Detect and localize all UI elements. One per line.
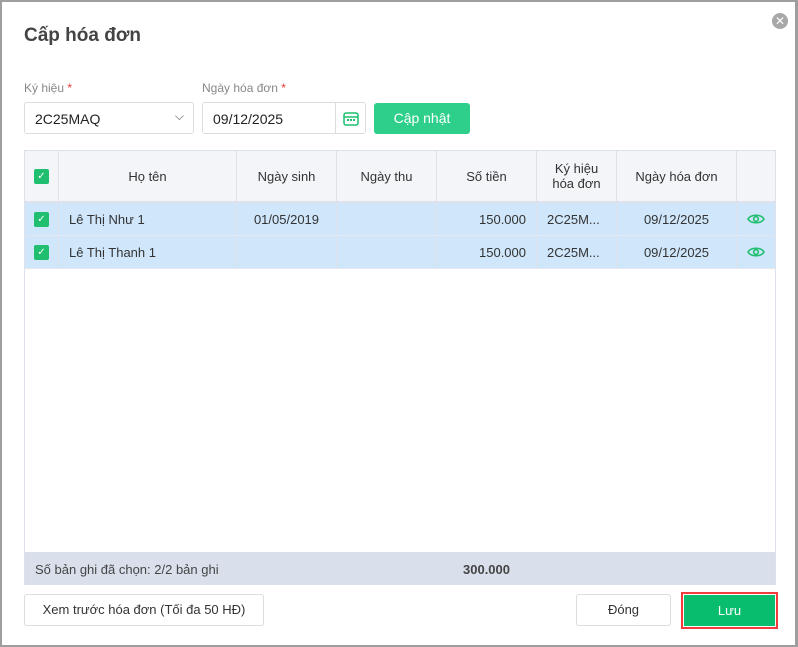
cell-symbol: 2C25M...	[537, 203, 617, 235]
cell-invoice-date: 09/12/2025	[617, 203, 737, 235]
close-icon[interactable]: ✕	[772, 13, 788, 29]
header-dob[interactable]: Ngày sinh	[237, 151, 337, 201]
save-button-highlight: Lưu	[681, 592, 778, 629]
preview-invoice-button[interactable]: Xem trước hóa đơn (Tối đa 50 HĐ)	[24, 594, 264, 626]
close-button[interactable]: Đóng	[576, 594, 671, 626]
update-button[interactable]: Cập nhật	[374, 103, 470, 134]
cell-paid-date	[337, 236, 437, 268]
select-all-checkbox[interactable]: ✓	[34, 168, 49, 184]
dialog-title: Cấp hóa đơn	[24, 25, 141, 46]
cell-invoice-date: 09/12/2025	[617, 236, 737, 268]
header-symbol[interactable]: Ký hiệu hóa đơn	[537, 151, 617, 201]
row-checkbox[interactable]: ✓	[34, 244, 49, 260]
cell-paid-date	[337, 203, 437, 235]
row-checkbox[interactable]: ✓	[34, 211, 49, 227]
table-row[interactable]: ✓ Lê Thị Thanh 1 150.000 2C25M... 09/12/…	[25, 236, 775, 269]
cell-name: Lê Thị Như 1	[59, 203, 237, 235]
eye-icon[interactable]	[747, 246, 765, 258]
header-amount[interactable]: Số tiền	[437, 151, 537, 201]
table-footer: Số bản ghi đã chọn: 2/2 bản ghi 300.000	[25, 552, 775, 585]
cell-symbol: 2C25M...	[537, 236, 617, 268]
chevron-down-icon: ⌵	[174, 109, 184, 123]
symbol-label: Ký hiệu *	[24, 81, 73, 95]
save-button[interactable]: Lưu	[684, 595, 775, 626]
eye-icon[interactable]	[747, 213, 765, 225]
cell-amount: 150.000	[437, 203, 537, 235]
selected-count: Số bản ghi đã chọn: 2/2 bản ghi	[35, 562, 219, 577]
cell-dob	[237, 236, 337, 268]
table-row[interactable]: ✓ Lê Thị Như 1 01/05/2019 150.000 2C25M.…	[25, 203, 775, 236]
cell-name: Lê Thị Thanh 1	[59, 236, 237, 268]
header-name[interactable]: Họ tên	[59, 151, 237, 201]
invoice-date-input[interactable]: 09/12/2025	[202, 102, 366, 134]
cell-dob: 01/05/2019	[237, 203, 337, 235]
invoice-table: ✓ Họ tên Ngày sinh Ngày thu Số tiền Ký h…	[24, 150, 776, 585]
header-paid-date[interactable]: Ngày thu	[337, 151, 437, 201]
header-invoice-date[interactable]: Ngày hóa đơn	[617, 151, 737, 201]
total-amount: 300.000	[463, 562, 510, 577]
cell-amount: 150.000	[437, 236, 537, 268]
date-label: Ngày hóa đơn *	[202, 81, 286, 95]
table-header: ✓ Họ tên Ngày sinh Ngày thu Số tiền Ký h…	[25, 151, 775, 203]
calendar-icon[interactable]	[335, 103, 365, 133]
symbol-select[interactable]: 2C25MAQ ⌵	[24, 102, 194, 134]
